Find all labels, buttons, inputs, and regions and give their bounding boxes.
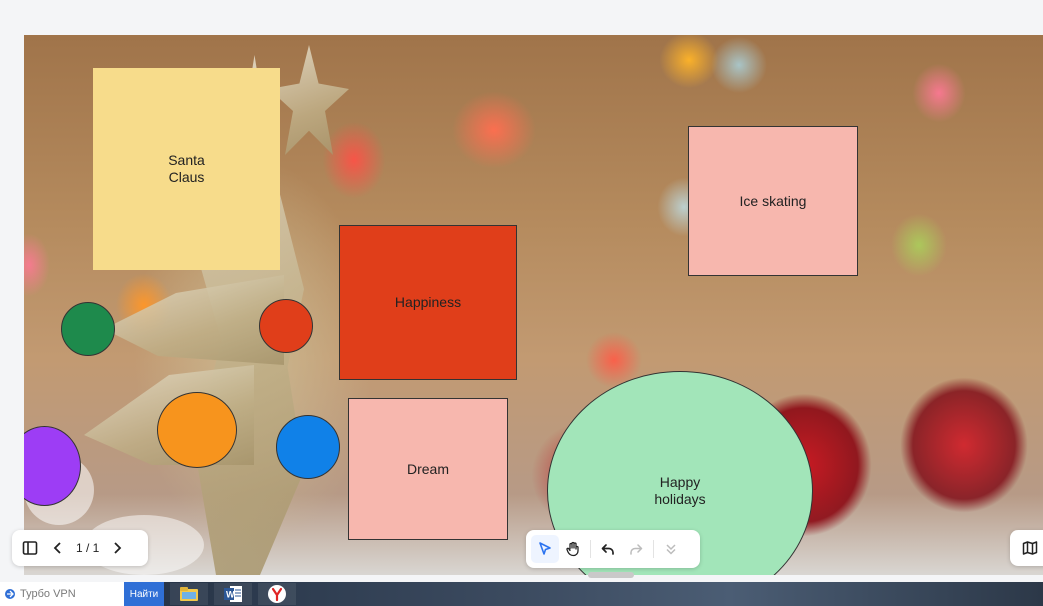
tools-toolbar <box>526 530 700 568</box>
minimap-button[interactable] <box>1016 534 1043 562</box>
yandex-browser-icon <box>268 585 286 603</box>
page: Santa Claus Happiness Ice skating Dream … <box>0 0 1043 606</box>
taskbar-app-explorer[interactable] <box>170 583 208 605</box>
prev-page-button[interactable] <box>44 534 72 562</box>
select-tool-button[interactable] <box>531 535 559 563</box>
hand-icon <box>566 541 579 557</box>
pager-toolbar: 1 / 1 <box>12 530 148 566</box>
cursor-arrow-icon <box>539 542 551 555</box>
page-indicator: 1 / 1 <box>76 541 100 555</box>
taskbar-app-word[interactable]: W <box>214 583 252 605</box>
whiteboard-canvas[interactable]: Santa Claus Happiness Ice skating Dream … <box>24 35 1043 575</box>
taskbar-search-button[interactable]: Найти <box>124 582 164 606</box>
double-chevron-down-icon <box>666 544 676 555</box>
circle-shape-red[interactable] <box>259 299 313 353</box>
sticky-note-happiness[interactable]: Happiness <box>339 225 517 380</box>
circle-shape-orange[interactable] <box>157 392 237 468</box>
redo-button[interactable] <box>622 535 650 563</box>
chevron-right-icon <box>114 542 122 554</box>
more-tools-button[interactable] <box>657 535 685 563</box>
panel-icon <box>22 541 38 555</box>
toolbar-divider <box>590 540 591 558</box>
taskbar-search[interactable]: Турбо VPN <box>0 582 124 606</box>
next-page-button[interactable] <box>103 534 131 562</box>
map-icon <box>1022 541 1038 555</box>
folder-icon <box>180 587 198 601</box>
top-bar <box>0 0 1043 35</box>
sidebar-toggle-button[interactable] <box>16 534 44 562</box>
undo-icon <box>601 544 614 555</box>
vpn-icon <box>5 589 15 599</box>
taskbar-search-placeholder: Турбо VPN <box>20 588 76 600</box>
circle-shape-blue[interactable] <box>276 415 340 479</box>
toolbar-divider <box>653 540 654 558</box>
map-toolbar <box>1010 530 1043 566</box>
redo-icon <box>630 544 643 555</box>
circle-shape-green[interactable] <box>61 302 115 356</box>
sticky-note-dream[interactable]: Dream <box>348 398 508 540</box>
word-icon: W <box>224 586 242 602</box>
taskbar-app-yandex-browser[interactable] <box>258 583 296 605</box>
chevron-left-icon <box>53 542 61 554</box>
sticky-note-santa-claus[interactable]: Santa Claus <box>93 68 280 270</box>
tree-branch-left <box>104 275 284 365</box>
sticky-note-ice-skating[interactable]: Ice skating <box>688 126 858 276</box>
svg-text:W: W <box>226 590 235 600</box>
os-taskbar: Турбо VPN Найти W <box>0 582 1043 606</box>
hand-tool-button[interactable] <box>559 535 587 563</box>
horizontal-scrollbar[interactable] <box>588 572 634 578</box>
undo-button[interactable] <box>594 535 622 563</box>
tree-star <box>269 45 349 155</box>
